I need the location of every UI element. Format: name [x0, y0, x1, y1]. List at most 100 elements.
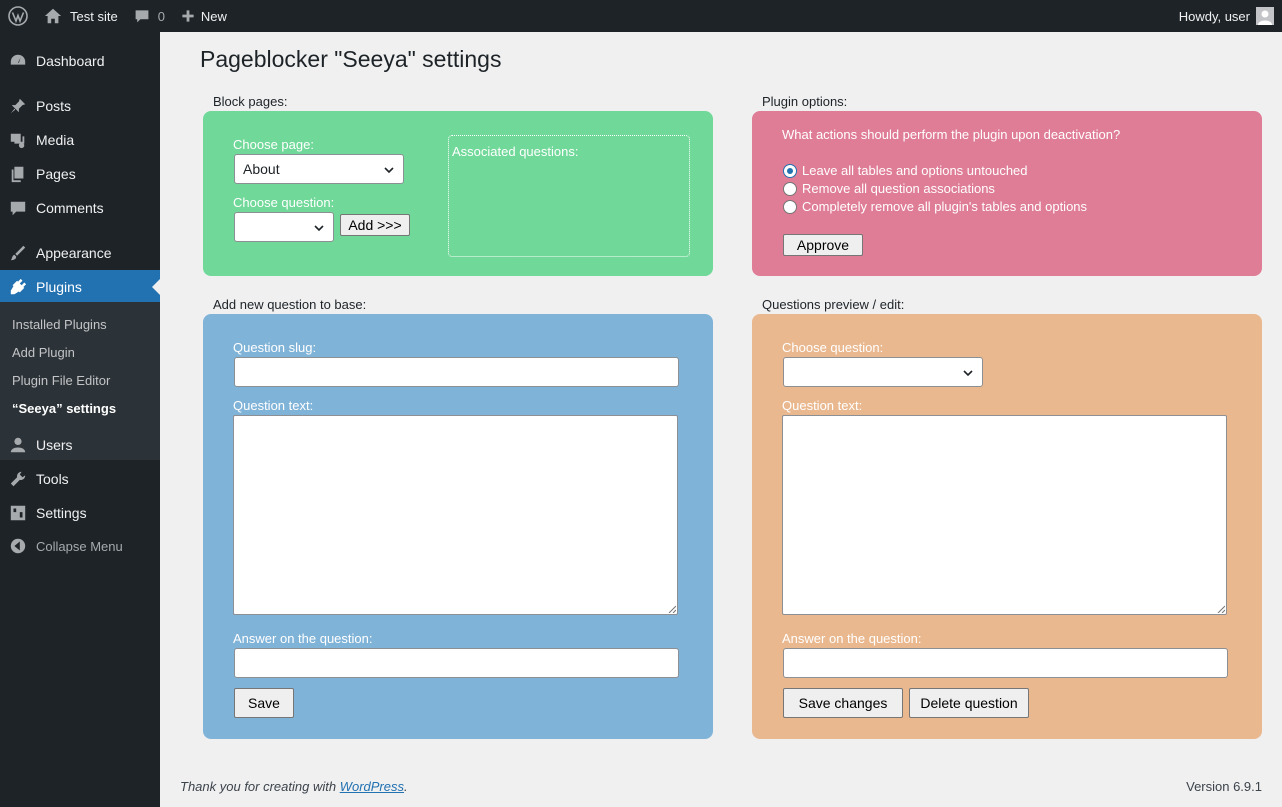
media-icon: [0, 131, 36, 149]
edit-answer-label: Answer on the question:: [782, 631, 922, 646]
menu-users[interactable]: Users: [0, 428, 160, 462]
menu-label: Comments: [36, 200, 104, 216]
submenu-installed-plugins[interactable]: Installed Plugins: [12, 317, 107, 332]
submenu-add-plugin[interactable]: Add Plugin: [12, 345, 75, 360]
plus-icon: [182, 10, 194, 22]
chevron-down-icon: [963, 370, 973, 377]
option-label: Leave all tables and options untouched: [802, 163, 1028, 178]
menu-comments[interactable]: Comments: [0, 191, 160, 225]
collapse-icon: [0, 537, 36, 555]
radio-button[interactable]: [783, 199, 797, 214]
comments-link[interactable]: 0: [126, 0, 173, 32]
menu-dashboard[interactable]: Dashboard: [0, 44, 160, 78]
edit-choose-question-select[interactable]: [783, 357, 983, 387]
plug-icon: [0, 278, 36, 296]
user-icon: [0, 436, 36, 454]
wordpress-link[interactable]: WordPress: [340, 779, 404, 794]
resize-grip-icon[interactable]: [1217, 605, 1225, 613]
menu-label: Appearance: [36, 245, 112, 261]
menu-label: Tools: [36, 471, 69, 487]
choose-page-select[interactable]: About: [234, 154, 404, 184]
menu-tools[interactable]: Tools: [0, 462, 160, 496]
wrench-icon: [0, 470, 36, 488]
choose-question-label: Choose question:: [233, 195, 335, 210]
block-pages-label: Block pages:: [213, 94, 288, 109]
option-label: Completely remove all plugin's tables an…: [802, 199, 1088, 214]
collapse-label: Collapse Menu: [36, 538, 123, 554]
resize-grip-icon[interactable]: [668, 605, 676, 613]
question-text-label: Question text:: [233, 398, 314, 413]
question-slug-input[interactable]: [234, 357, 679, 387]
home-icon: [44, 8, 62, 24]
avatar: [1256, 7, 1274, 25]
choose-page-label: Choose page:: [233, 137, 314, 152]
menu-label: Dashboard: [36, 53, 105, 69]
menu-label: Plugins: [36, 279, 82, 295]
new-label: New: [200, 8, 227, 24]
associated-questions-box: Associated questions:: [448, 135, 690, 257]
menu-label: Users: [36, 437, 73, 453]
footer-thanks-suffix: .: [404, 779, 408, 794]
question-text-textarea[interactable]: [233, 415, 678, 615]
edit-choose-question-label: Choose question:: [782, 340, 884, 355]
greeting: Howdy, user: [1178, 8, 1250, 24]
choose-question-select[interactable]: [234, 212, 334, 242]
menu-label: Settings: [36, 505, 87, 521]
save-button[interactable]: Save: [234, 688, 294, 718]
footer-thanks: Thank you for creating with WordPress.: [180, 779, 408, 794]
associated-questions-label: Associated questions:: [452, 144, 579, 159]
menu-label: Posts: [36, 98, 72, 114]
option-label: Remove all question associations: [802, 181, 995, 196]
site-name-link[interactable]: Test site: [36, 0, 126, 32]
menu-appearance[interactable]: Appearance: [0, 236, 160, 270]
footer-thanks-text: Thank you for creating with: [180, 779, 340, 794]
page-title: Pageblocker "Seeya" settings: [200, 46, 502, 72]
delete-question-button[interactable]: Delete question: [909, 688, 1029, 718]
sliders-icon: [0, 504, 36, 522]
approve-button[interactable]: Approve: [783, 234, 863, 256]
menu-settings[interactable]: Settings: [0, 496, 160, 530]
menu-label: Pages: [36, 166, 76, 182]
menu-plugins[interactable]: Plugins: [0, 270, 160, 304]
radio-button[interactable]: [783, 163, 797, 178]
choose-page-value: About: [243, 161, 280, 177]
edit-question-text-label: Question text:: [782, 398, 863, 413]
my-account[interactable]: Howdy, user: [1179, 0, 1274, 32]
question-slug-label: Question slug:: [233, 340, 317, 355]
pages-icon: [0, 165, 36, 183]
answer-label: Answer on the question:: [233, 631, 373, 646]
option-remove-associations[interactable]: Remove all question associations: [783, 181, 995, 196]
menu-posts[interactable]: Posts: [0, 89, 160, 123]
menu-media[interactable]: Media: [0, 123, 160, 157]
new-content-link[interactable]: New: [173, 0, 235, 32]
site-name: Test site: [70, 8, 118, 24]
comments-count: 0: [157, 8, 165, 24]
pin-icon: [0, 97, 36, 115]
option-remove-all[interactable]: Completely remove all plugin's tables an…: [783, 199, 1087, 214]
plugin-options-label: Plugin options:: [762, 94, 848, 109]
add-question-section-label: Add new question to base:: [213, 297, 367, 312]
save-changes-button[interactable]: Save changes: [783, 688, 903, 718]
preview-edit-section-label: Questions preview / edit:: [762, 297, 905, 312]
dashboard-icon: [0, 52, 36, 70]
admin-bar: Test site 0 New Howdy, user: [0, 0, 1282, 32]
deactivation-question: What actions should perform the plugin u…: [782, 127, 1121, 142]
wordpress-logo-icon[interactable]: [0, 0, 36, 32]
add-question-button[interactable]: Add >>>: [340, 214, 410, 236]
answer-input[interactable]: [234, 648, 679, 678]
comment-icon: [135, 10, 149, 23]
submenu-seeya-settings[interactable]: “Seeya” settings: [12, 401, 116, 416]
collapse-menu-button[interactable]: Collapse Menu: [0, 529, 160, 563]
chevron-down-icon: [314, 225, 324, 232]
paintbrush-icon: [0, 244, 36, 262]
chevron-down-icon: [384, 167, 394, 174]
admin-menu: Dashboard Posts Media Pages Comments App…: [0, 32, 160, 807]
option-leave-untouched[interactable]: Leave all tables and options untouched: [783, 163, 1028, 178]
menu-pages[interactable]: Pages: [0, 157, 160, 191]
submenu-plugin-file-editor[interactable]: Plugin File Editor: [12, 373, 110, 388]
footer-version: Version 6.9.1: [1186, 779, 1262, 794]
edit-question-text-textarea[interactable]: [782, 415, 1227, 615]
edit-answer-input[interactable]: [783, 648, 1228, 678]
menu-label: Media: [36, 132, 75, 148]
radio-button[interactable]: [783, 181, 797, 196]
